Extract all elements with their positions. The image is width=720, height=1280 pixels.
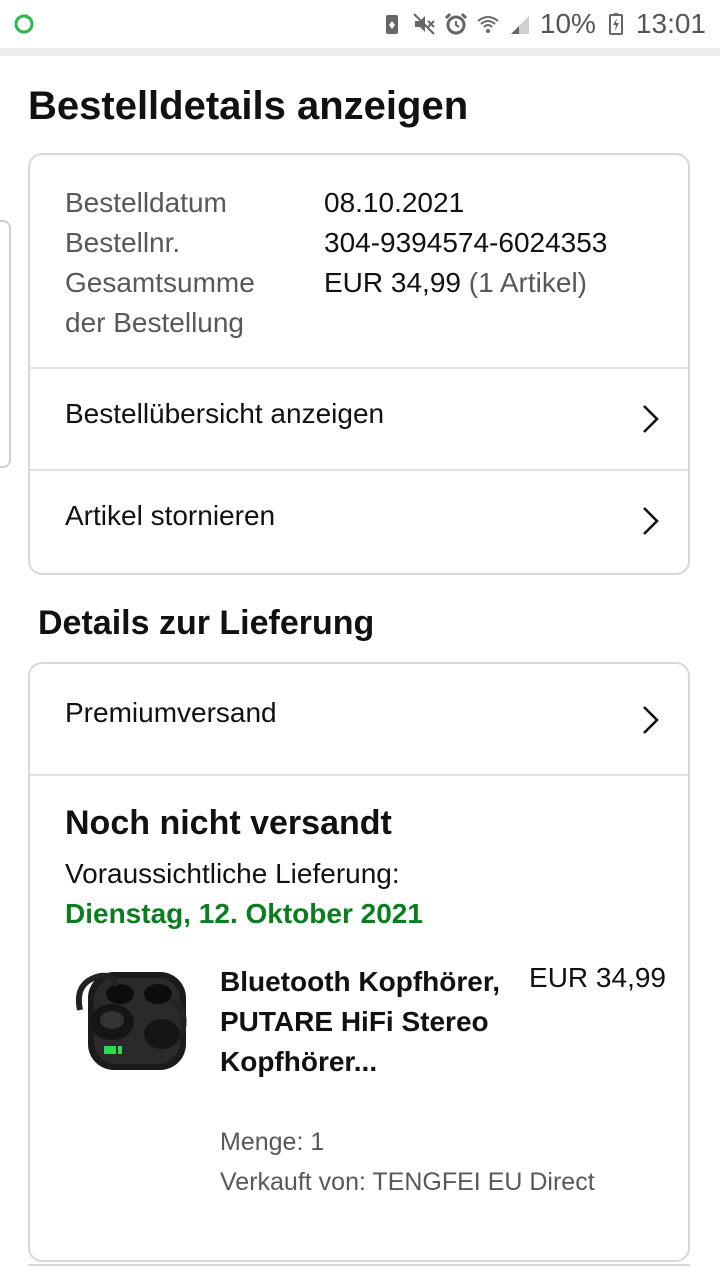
signal-icon (510, 16, 529, 34)
shipping-method-link[interactable]: Premiumversand (30, 668, 688, 772)
order-total-amount: EUR 34,99 (324, 267, 461, 298)
delivery-section-title: Details zur Lieferung (38, 604, 375, 642)
order-summary-card: Bestelldatum 08.10.2021 Bestellnr. 304-9… (28, 153, 690, 575)
battery-saver-icon (385, 15, 398, 34)
cancel-items-label: Artikel stornieren (65, 500, 276, 531)
order-total-row: Gesamtsumme der Bestellung EUR 34,99 (1 … (65, 263, 665, 343)
order-number-row: Bestellnr. 304-9394574-6024353 (65, 223, 665, 263)
product-seller: Verkauft von: TENGFEI EU Direct (220, 1168, 595, 1196)
appbar-shadow (0, 48, 720, 56)
order-date-label: Bestelldatum (65, 187, 227, 218)
cancel-items-link[interactable]: Artikel stornieren (30, 471, 688, 571)
divider (30, 774, 688, 776)
page-title: Bestelldetails anzeigen (28, 84, 469, 128)
order-total-label-line1: Gesamtsumme (65, 267, 255, 298)
mute-icon (413, 13, 435, 35)
order-info: Bestelldatum 08.10.2021 Bestellnr. 304-9… (65, 183, 665, 343)
chevron-right-icon (643, 405, 659, 433)
order-total-value: EUR 34,99 (1 Artikel) (324, 263, 587, 343)
product-quantity: Menge: 1 (220, 1128, 325, 1156)
sync-icon (14, 14, 34, 34)
order-overview-label: Bestellübersicht anzeigen (65, 398, 385, 429)
order-total-label: Gesamtsumme der Bestellung (65, 263, 324, 343)
order-date-row: Bestelldatum 08.10.2021 (65, 183, 665, 223)
shipment-status: Noch nicht versandt (65, 804, 392, 842)
product-price: EUR 34,99 (529, 962, 666, 993)
wifi-icon (477, 16, 499, 33)
order-number-value: 304-9394574-6024353 (324, 227, 608, 258)
product-title[interactable]: Bluetooth Kopfhörer, PUTARE HiFi Stereo … (220, 962, 520, 1082)
chevron-right-icon (643, 706, 659, 734)
edge-panel-handle[interactable] (0, 220, 11, 468)
order-number-label: Bestellnr. (65, 227, 181, 258)
clock: 13:01 (635, 8, 706, 39)
expected-delivery-label: Voraussichtliche Lieferung: (65, 858, 400, 889)
order-total-label-line2: der Bestellung (65, 307, 245, 338)
order-overview-link[interactable]: Bestellübersicht anzeigen (30, 369, 688, 469)
order-date-value: 08.10.2021 (324, 187, 465, 218)
alarm-icon (444, 12, 467, 35)
order-item-count: (1 Artikel) (468, 267, 587, 298)
chevron-right-icon (643, 507, 659, 535)
expected-delivery-date: Dienstag, 12. Oktober 2021 (65, 898, 423, 929)
battery-icon (608, 13, 623, 35)
shipping-method-label: Premiumversand (65, 697, 277, 728)
product-image[interactable] (70, 962, 192, 1078)
status-bar: 10% 13:01 (0, 0, 720, 48)
battery-percent: 10% (539, 8, 596, 39)
delivery-card: Premiumversand Noch nicht versandt Vorau… (28, 662, 690, 1262)
bottom-divider (28, 1264, 690, 1266)
